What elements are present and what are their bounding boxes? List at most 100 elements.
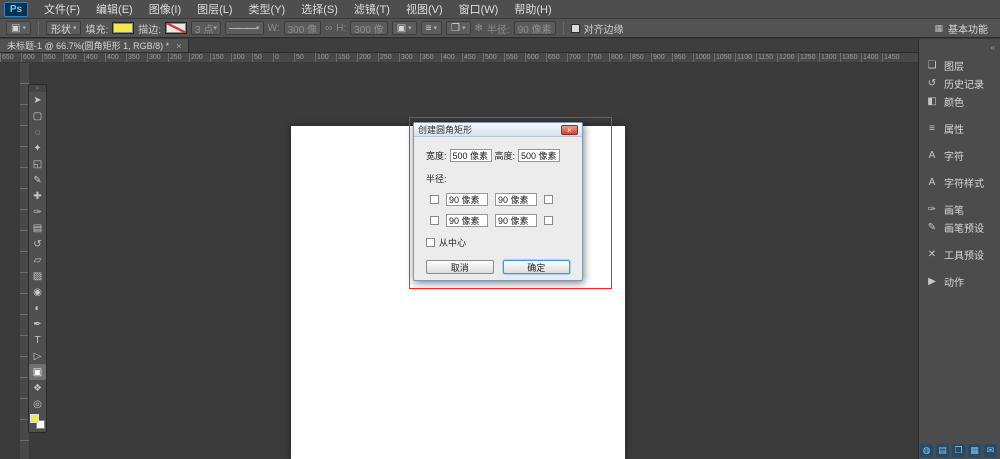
workspace-switcher[interactable]: ▦ 基本功能 xyxy=(934,21,994,36)
panel-tab-brush[interactable]: ✑ 画笔 xyxy=(919,200,1000,218)
dialog-buttons: 取消 确定 xyxy=(426,260,570,274)
path-arrangement-button[interactable]: ❐ ▾ xyxy=(446,21,470,35)
tray-icon-4[interactable]: ▦ xyxy=(968,444,981,457)
ruler-tick-label: 1250 xyxy=(798,53,819,62)
panel-label: 画笔预设 xyxy=(944,220,984,235)
tray-icon-3[interactable]: ❐ xyxy=(952,444,965,457)
foreground-color-swatch[interactable] xyxy=(30,414,39,423)
corner-link-top-right-checkbox[interactable] xyxy=(544,195,553,204)
photoshop-logo-icon: Ps xyxy=(4,2,28,17)
panel-tab-actions[interactable]: ▶ 动作 xyxy=(919,272,1000,290)
radius-field[interactable]: 90 像素 xyxy=(514,21,556,35)
dodge-tool[interactable]: ◐ xyxy=(29,300,46,316)
dialog-title-bar[interactable]: 创建圆角矩形 × xyxy=(414,123,582,137)
clone-stamp-tool[interactable]: ▤ xyxy=(29,220,46,236)
panel-tab-history[interactable]: ↺ 历史记录 xyxy=(919,74,1000,92)
ruler-tick-label: 900 xyxy=(651,53,672,62)
menu-edit[interactable]: 编辑(E) xyxy=(88,0,141,18)
tools-panel-grip[interactable]: ≡ xyxy=(29,85,46,92)
hand-tool[interactable]: ❖ xyxy=(29,380,46,396)
stroke-swatch[interactable] xyxy=(165,22,187,34)
lasso-tool[interactable]: ◌ xyxy=(29,124,46,140)
ruler-tick-label: 0 xyxy=(273,53,294,62)
corner-link-bottom-right-checkbox[interactable] xyxy=(544,216,553,225)
dialog-close-button[interactable]: × xyxy=(561,125,578,135)
panel-tab-character-styles[interactable]: A 字符样式 xyxy=(919,173,1000,191)
height-input[interactable] xyxy=(518,149,560,162)
ok-button[interactable]: 确定 xyxy=(503,260,571,274)
brush-tool[interactable]: ✑ xyxy=(29,204,46,220)
zoom-tool[interactable]: ◎ xyxy=(29,396,46,412)
link-dimensions-icon[interactable]: ∞ xyxy=(325,23,332,34)
rectangular-marquee-tool[interactable]: ▢ xyxy=(29,108,46,124)
top-left-radius-input[interactable] xyxy=(446,193,488,206)
menu-type[interactable]: 类型(Y) xyxy=(241,0,294,18)
top-right-radius-input[interactable] xyxy=(495,193,537,206)
crop-tool[interactable]: ◱ xyxy=(29,156,46,172)
gradient-tool[interactable]: ▨ xyxy=(29,268,46,284)
bottom-right-radius-input[interactable] xyxy=(495,214,537,227)
tool-presets-icon: ✕ xyxy=(926,249,938,260)
menu-file[interactable]: 文件(F) xyxy=(36,0,88,18)
tray-icon-2[interactable]: ▤ xyxy=(936,444,949,457)
panel-tab-layers[interactable]: ❏ 图层 xyxy=(919,56,1000,74)
align-edges-label: 对齐边缘 xyxy=(584,21,624,36)
tray-icons: ◍ ▤ ❐ ▦ ✉ xyxy=(920,444,997,457)
cancel-button[interactable]: 取消 xyxy=(426,260,494,274)
menu-view[interactable]: 视图(V) xyxy=(398,0,451,18)
checkbox-icon xyxy=(426,238,435,247)
panel-tab-properties[interactable]: ≡ 属性 xyxy=(919,119,1000,137)
width-label: W: xyxy=(268,23,280,34)
ruler-tick-label: 1000 xyxy=(693,53,714,62)
tray-icon-5[interactable]: ✉ xyxy=(984,444,997,457)
align-edges-checkbox[interactable]: 对齐边缘 xyxy=(571,21,624,36)
ruler-tick-label: 650 xyxy=(0,53,21,62)
collapse-panels-icon[interactable]: « xyxy=(919,43,1000,56)
menu-filter[interactable]: 滤镜(T) xyxy=(346,0,398,18)
ruler-tick-label: 350 xyxy=(420,53,441,62)
shape-width-field[interactable]: 300 像 xyxy=(284,21,321,35)
panel-tab-character[interactable]: A 字符 xyxy=(919,146,1000,164)
panel-tab-brush-presets[interactable]: ✎ 画笔预设 xyxy=(919,218,1000,236)
line-style-icon: ——— xyxy=(229,23,256,34)
eraser-tool[interactable]: ▱ xyxy=(29,252,46,268)
blur-tool[interactable]: ◉ xyxy=(29,284,46,300)
menu-layer[interactable]: 图层(L) xyxy=(189,0,240,18)
actions-icon: ▶ xyxy=(926,276,938,287)
eyedropper-tool[interactable]: ✎ xyxy=(29,172,46,188)
corner-link-top-left-checkbox[interactable] xyxy=(430,195,439,204)
tray-icon-1[interactable]: ◍ xyxy=(920,444,933,457)
menu-select[interactable]: 选择(S) xyxy=(293,0,346,18)
tool-preset-picker[interactable]: ▣ ▾ xyxy=(6,21,31,35)
document-tab[interactable]: 未标题-1 @ 66.7%(圆角矩形 1, RGB/8) * × xyxy=(0,39,189,52)
stroke-type-select[interactable]: ——— ▾ xyxy=(225,21,264,35)
bottom-left-radius-input[interactable] xyxy=(446,214,488,227)
menu-window[interactable]: 窗口(W) xyxy=(451,0,507,18)
corner-link-bottom-left-checkbox[interactable] xyxy=(430,216,439,225)
move-tool[interactable]: ➤ xyxy=(29,92,46,108)
menu-image[interactable]: 图像(I) xyxy=(141,0,189,18)
type-tool[interactable]: T xyxy=(29,332,46,348)
from-center-checkbox[interactable]: 从中心 xyxy=(426,236,570,249)
healing-brush-tool[interactable]: ✚ xyxy=(29,188,46,204)
stroke-width-field[interactable]: 3 点 ▾ xyxy=(191,21,221,35)
path-selection-tool[interactable]: ▷ xyxy=(29,348,46,364)
pen-tool[interactable]: ✒ xyxy=(29,316,46,332)
width-input[interactable] xyxy=(450,149,492,162)
panel-tab-color[interactable]: ◧ 颜色 xyxy=(919,92,1000,110)
path-operations-button[interactable]: ▣ ▾ xyxy=(392,21,417,35)
path-alignment-button[interactable]: ≡ ▾ xyxy=(421,21,442,35)
brush-icon: ✑ xyxy=(926,204,938,215)
fill-swatch[interactable] xyxy=(112,22,134,34)
panel-group: A 字符样式 xyxy=(919,173,1000,191)
menu-help[interactable]: 帮助(H) xyxy=(506,0,559,18)
quick-selection-tool[interactable]: ✦ xyxy=(29,140,46,156)
geometry-options-gear-icon[interactable]: ✻ xyxy=(475,23,483,34)
panel-tab-tool-presets[interactable]: ✕ 工具预设 xyxy=(919,245,1000,263)
ruler-tick-label: 50 xyxy=(252,53,273,62)
tool-mode-select[interactable]: 形状 ▾ xyxy=(46,21,82,35)
history-brush-tool[interactable]: ↺ xyxy=(29,236,46,252)
rectangle-tool[interactable]: ▣ xyxy=(29,364,46,380)
tab-close-icon[interactable]: × xyxy=(176,41,181,51)
shape-height-field[interactable]: 300 像 xyxy=(350,21,387,35)
